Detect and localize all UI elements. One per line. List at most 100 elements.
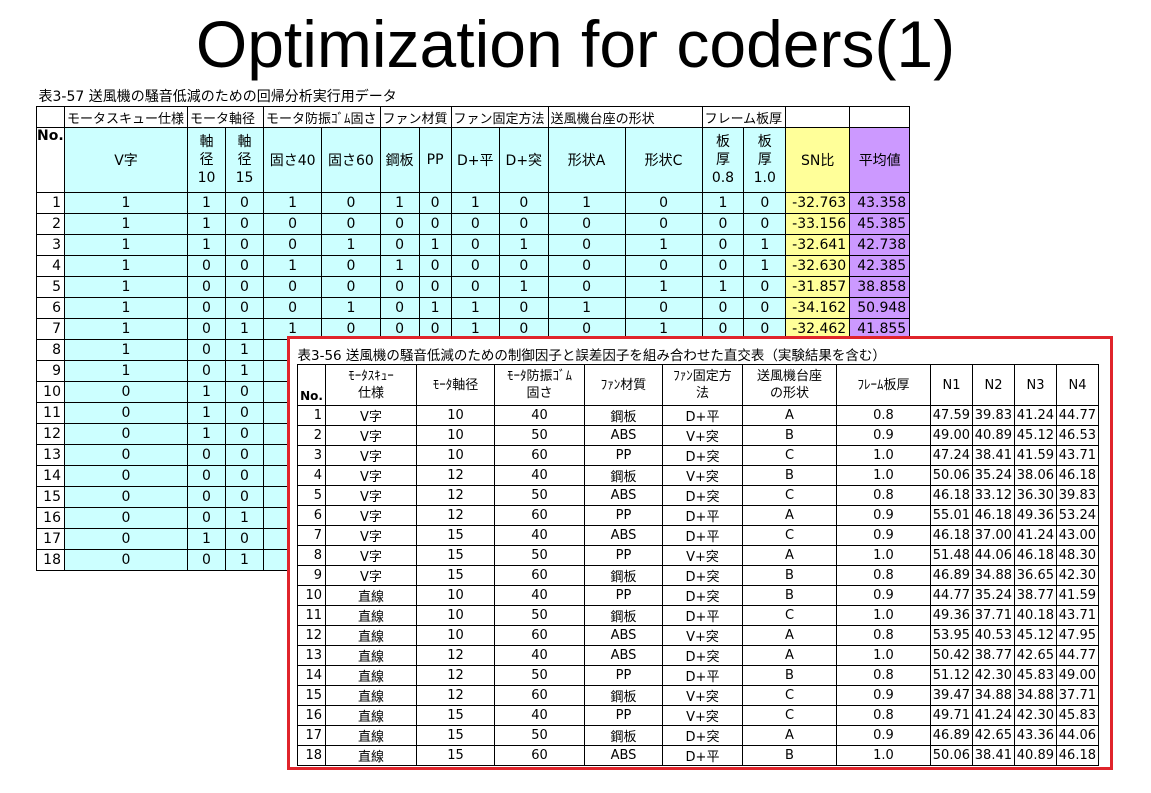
table-cell: 36.30 [1014,485,1057,506]
table-row: 16 直線 15 40 PP V+突 C 0.8 49.71 41.24 42.30 45.83 [297,705,1099,726]
table-cell: 46.18 [972,505,1015,526]
table-cell: 1 [225,318,265,340]
table-cell: B [742,465,837,486]
table-cell: 36.65 [1014,565,1057,586]
group-header: ファン材質 [379,106,452,128]
table-cell: D+突 [662,565,743,586]
table-cell: 60 [494,625,585,646]
table-cell: 40 [494,525,585,546]
table-cell: 47.95 [1056,625,1099,646]
table-cell: 0 [225,255,265,277]
table-cell: B [742,745,837,766]
table-cell: 0.8 [836,665,931,686]
table-cell: 9 [36,360,65,382]
table-caption: 表3-56 送風機の騒音低減のための制御因子と誤差因子を組み合わせた直交表（実験… [297,348,886,364]
table-cell: V+突 [662,705,743,726]
table-cell: 12 [416,665,495,686]
table-cell: 17 [36,528,65,550]
table-cell: 15 [416,565,495,586]
column-header: ﾌｧﾝ固定方法 [662,364,743,406]
table-cell: 8 [36,339,65,361]
table-cell: 15 [36,486,65,508]
table-cell: 44.77 [930,585,973,606]
table-cell: 40 [494,705,585,726]
table-cell: 0 [225,276,265,298]
table-cell: 0 [450,255,501,277]
table-cell: 13 [297,645,326,666]
table-cell: 1.0 [836,745,931,766]
column-header: 軸径 10 [187,127,227,193]
table-cell: 44.06 [1056,725,1099,746]
table-cell: 4 [36,255,65,277]
column-header: D+平 [450,127,501,193]
table-cell: -32.763 [785,192,851,214]
table-cell: PP [584,665,663,686]
table-cell: 0 [547,213,626,235]
table-cell: 37.71 [972,605,1015,626]
table-cell: 14 [36,465,65,487]
table-cell: V+突 [662,625,743,646]
table-cell: 15 [416,725,495,746]
table-cell: 40.89 [1014,745,1057,766]
table-cell: D+平 [662,745,743,766]
table-cell: 12 [36,423,65,445]
table-row: 1 V字 10 40 鋼板 D+平 A 0.8 47.59 39.83 41.24 44.77 [297,405,1099,426]
table-cell: ABS [584,485,663,506]
table-cell: 0 [743,297,787,319]
column-header: D+突 [499,127,549,193]
table-cell: 16 [297,705,326,726]
table-cell: 12 [416,485,495,506]
table-cell: 1 [743,234,787,256]
table-cell: 12 [297,625,326,646]
table-cell: 1 [547,192,626,214]
table-cell: 5 [297,485,326,506]
table-cell: 42.738 [849,234,911,256]
table-cell: 53.24 [1056,505,1099,526]
table-cell: 2 [297,425,326,446]
table-cell: 1.0 [836,605,931,626]
table-cell: 直線 [325,725,417,746]
table-cell: 60 [494,745,585,766]
table-cell: 55.01 [930,505,973,526]
table-cell: V字 [325,505,417,526]
table-cell: 37.71 [1056,685,1099,706]
table-cell: 0 [225,213,265,235]
table-cell: 0 [450,276,501,298]
table-cell: 38.41 [972,745,1015,766]
table-cell: 1 [225,339,265,361]
table-cell: 43.71 [1056,605,1099,626]
table-cell: V字 [325,425,417,446]
table-cell: 44.77 [1056,645,1099,666]
column-header: PP [418,127,452,193]
table-cell: C [742,525,837,546]
table-cell: 37.00 [972,525,1015,546]
table-cell: 50.42 [930,645,973,666]
table-cell: A [742,625,837,646]
table-cell: 10 [416,425,495,446]
table-cell: 0.9 [836,505,931,526]
table-cell: 0 [263,276,323,298]
table-cell: 39.47 [930,685,973,706]
table-cell: -32.641 [785,234,851,256]
table-cell: V字 [325,545,417,566]
table-cell: 1 [379,255,420,277]
table-cell: 0 [63,423,189,445]
table-cell: 46.18 [1056,745,1099,766]
table-cell: 1.0 [836,445,931,466]
table-cell: A [742,725,837,746]
table-cell: 0.9 [836,725,931,746]
table-cell: 12 [416,465,495,486]
table-cell: ABS [584,645,663,666]
table-cell: B [742,665,837,686]
table-cell: 2 [36,213,65,235]
table-cell: 1 [418,297,452,319]
table-row: 5 V字 12 50 ABS D+突 C 0.8 46.18 33.12 36.30 39.83 [297,485,1099,506]
table-cell: 1 [63,297,189,319]
table-cell: V字 [325,485,417,506]
table-cell: 鋼板 [584,685,663,706]
table-cell: 41.24 [1014,525,1057,546]
table-cell: 0 [499,255,549,277]
orthogonal-array-table: 表3-56 送風機の騒音低減のための制御因子と誤差因子を組み合わせた直交表（実験… [297,344,1099,766]
table-cell: D+突 [662,485,743,506]
table-cell: 60 [494,565,585,586]
